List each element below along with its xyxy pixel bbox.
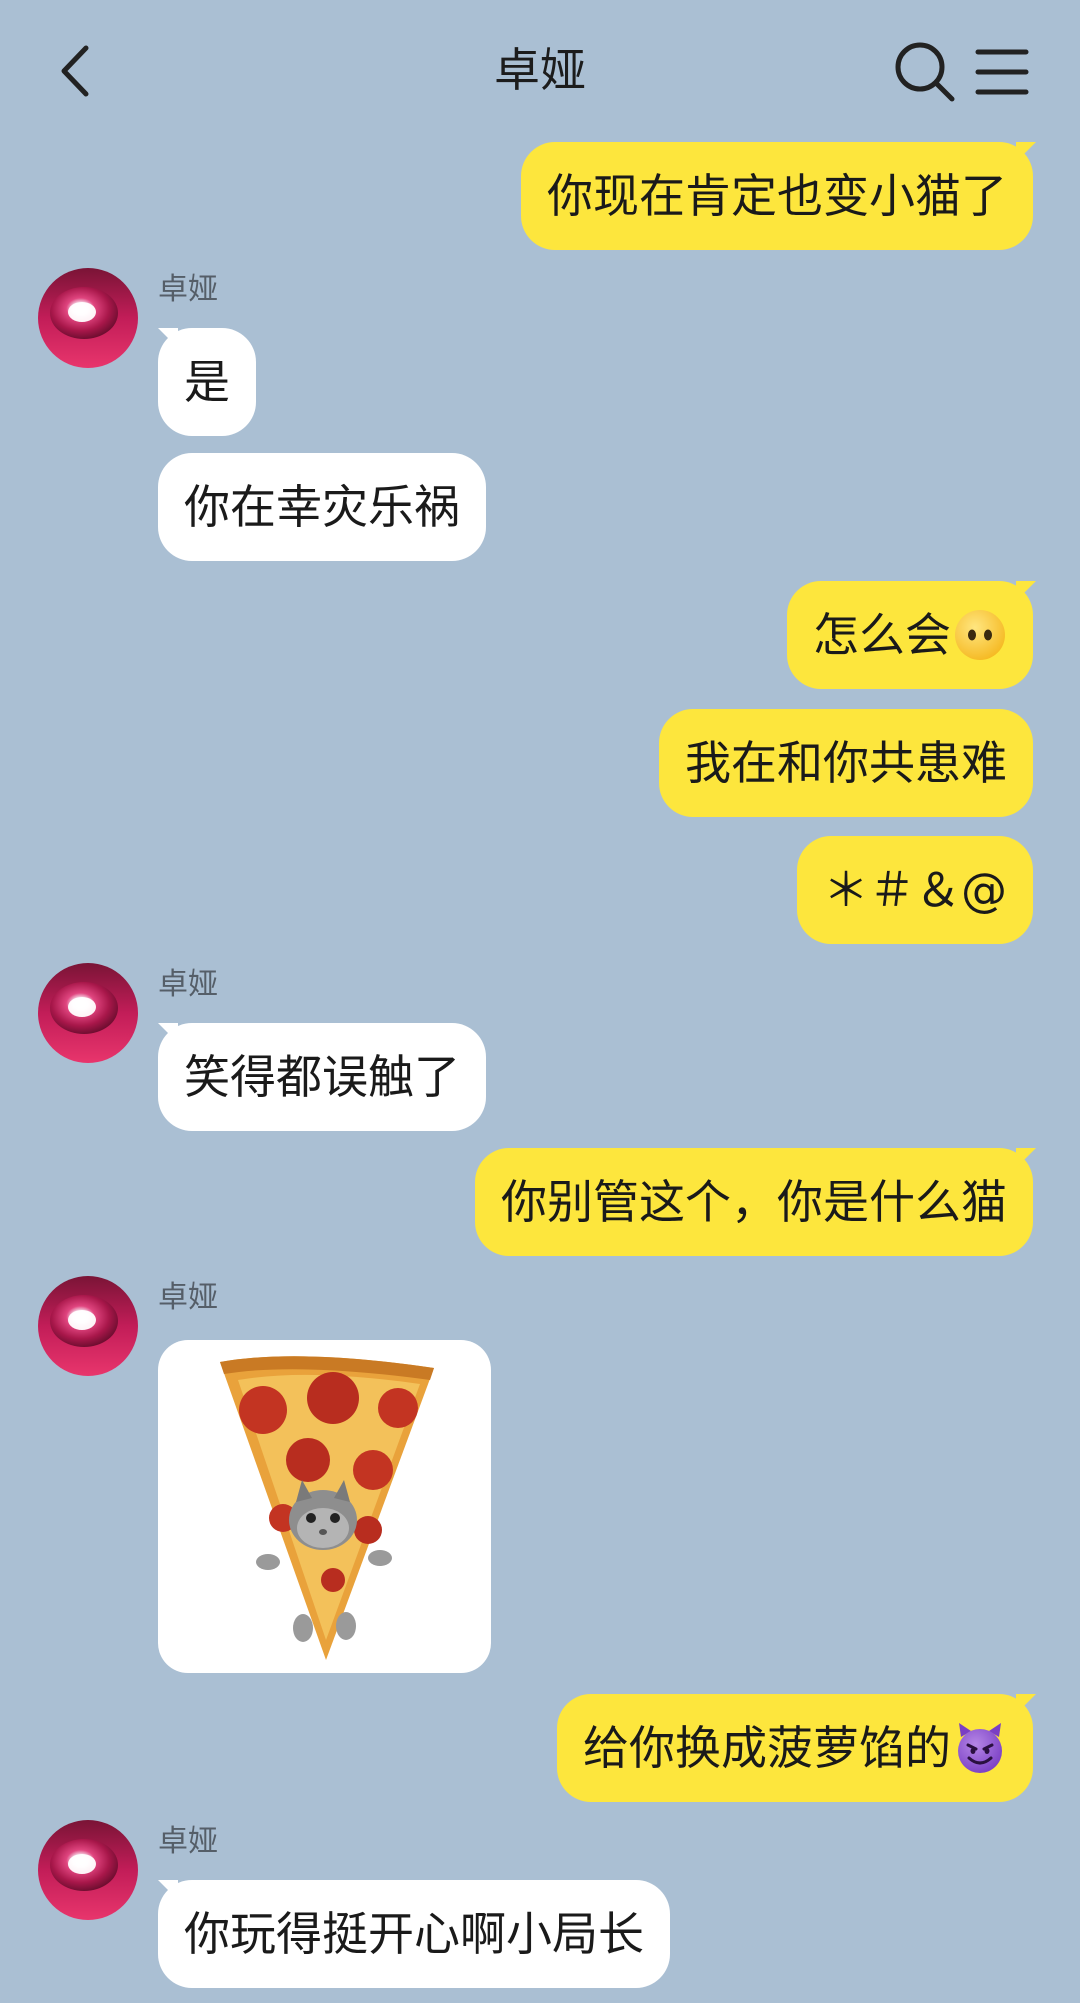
menu-icon	[975, 49, 1029, 95]
contact-avatar[interactable]	[38, 963, 138, 1063]
avatar-image	[38, 963, 138, 1063]
sender-name: 卓娅	[158, 967, 218, 1002]
message-text: 你在幸灾乐祸	[184, 480, 460, 534]
message-text: 我在和你共患难	[685, 736, 1007, 790]
outgoing-message-bubble[interactable]: 我在和你共患难	[659, 709, 1033, 817]
bubble-tail	[158, 1880, 178, 1900]
search-icon	[895, 42, 955, 102]
outgoing-message-bubble[interactable]: ＊＃＆@	[797, 836, 1033, 944]
outgoing-message-bubble[interactable]: 你别管这个，你是什么猫	[475, 1148, 1033, 1256]
outgoing-message-bubble[interactable]: 怎么会	[787, 581, 1033, 689]
incoming-message-bubble[interactable]: 你在幸灾乐祸	[158, 453, 486, 561]
avatar-image	[38, 1820, 138, 1920]
back-button[interactable]	[48, 36, 108, 106]
message-text: 笑得都误触了	[184, 1050, 460, 1104]
bubble-tail	[1016, 581, 1036, 601]
search-button[interactable]	[890, 36, 962, 108]
sender-name: 卓娅	[158, 272, 218, 307]
chevron-left-icon	[61, 45, 89, 97]
message-text: 你玩得挺开心啊小局长	[184, 1907, 644, 1961]
message-text: 怎么会	[813, 608, 951, 662]
outgoing-message-bubble[interactable]: 给你换成菠萝馅的	[557, 1694, 1033, 1802]
bubble-tail	[158, 328, 178, 348]
bubble-tail	[1016, 1148, 1036, 1168]
chat-header: 卓娅	[0, 0, 1080, 140]
incoming-message-bubble[interactable]: 笑得都误触了	[158, 1023, 486, 1131]
menu-button[interactable]	[972, 36, 1032, 108]
sender-name: 卓娅	[158, 1824, 218, 1859]
bubble-tail	[1016, 142, 1036, 162]
pizza-cat-image	[220, 1356, 434, 1660]
message-text: 给你换成菠萝馅的	[583, 1721, 951, 1775]
contact-avatar[interactable]	[38, 1276, 138, 1376]
contact-avatar[interactable]	[38, 268, 138, 368]
avatar-image	[38, 1276, 138, 1376]
chat-title: 卓娅	[494, 43, 586, 97]
message-text: 你别管这个，你是什么猫	[501, 1175, 1007, 1229]
contact-avatar[interactable]	[38, 1820, 138, 1920]
incoming-message-bubble[interactable]: 你玩得挺开心啊小局长	[158, 1880, 670, 1988]
pizza-cat-sticker[interactable]	[158, 1340, 491, 1673]
outgoing-message-bubble[interactable]: 你现在肯定也变小猫了	[521, 142, 1033, 250]
message-text: 是	[184, 355, 230, 409]
avatar-image	[38, 268, 138, 368]
message-text: 你现在肯定也变小猫了	[547, 169, 1007, 223]
sender-name: 卓娅	[158, 1280, 218, 1315]
bubble-tail	[158, 1023, 178, 1043]
smiling-devil-emoji	[958, 1722, 1002, 1773]
message-text: ＊＃＆@	[823, 863, 1007, 917]
bubble-tail	[1016, 1694, 1036, 1714]
neutral-face-emoji	[955, 609, 1005, 660]
